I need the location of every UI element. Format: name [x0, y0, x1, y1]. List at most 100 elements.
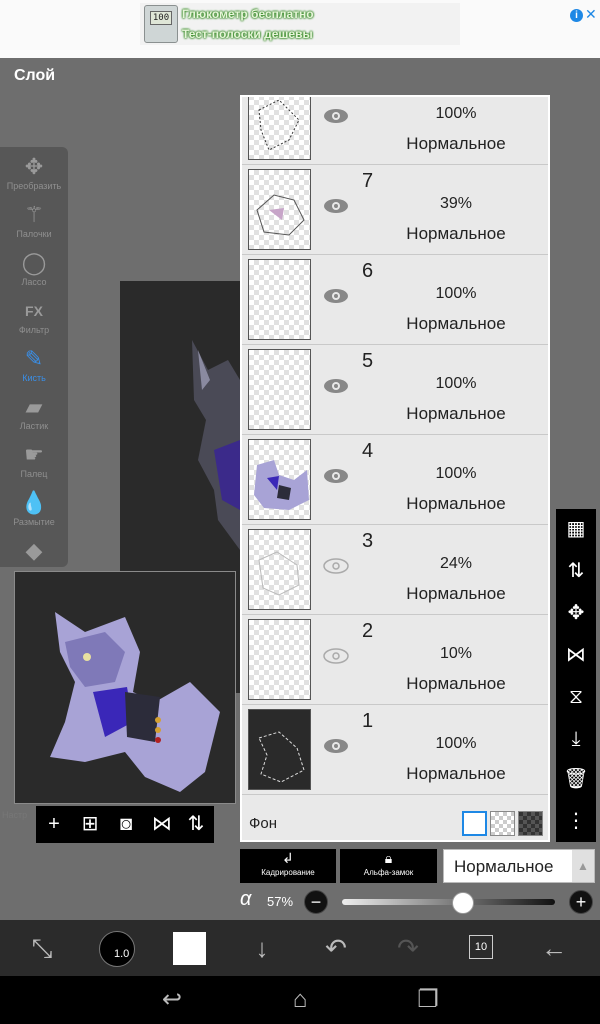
- eye-icon[interactable]: [322, 557, 350, 575]
- more-icon[interactable]: ⋮: [560, 805, 592, 837]
- eye-icon[interactable]: [322, 377, 350, 395]
- layer-row[interactable]: 7 39% Нормальное: [242, 165, 548, 255]
- tool-brush[interactable]: ✎ Кисть: [0, 341, 68, 389]
- tool-filter[interactable]: FX Фильтр: [0, 293, 68, 341]
- layer-number: 6: [362, 260, 374, 282]
- camera-icon[interactable]: ◙: [112, 810, 140, 838]
- eye-icon[interactable]: [322, 647, 350, 665]
- add-layer-icon[interactable]: +: [40, 810, 68, 838]
- trash-icon[interactable]: 🗑: [560, 763, 592, 795]
- layer-opacity: 100%: [435, 465, 477, 482]
- layer-thumbnail[interactable]: [248, 619, 311, 700]
- move-icon[interactable]: ✥: [560, 597, 592, 629]
- layer-number: 3: [362, 530, 374, 552]
- eye-icon[interactable]: [322, 197, 350, 215]
- layer-row[interactable]: 5 100% Нормальное: [242, 345, 548, 435]
- flip-horizontal-icon[interactable]: ⋈: [148, 810, 176, 838]
- back-arrow-icon[interactable]: ←: [534, 930, 574, 966]
- tool-transform[interactable]: ✥ Преобразить: [0, 149, 68, 197]
- layer-blend-mode: Нормальное: [406, 674, 506, 693]
- layer-thumbnail[interactable]: [248, 169, 311, 250]
- layer-number: 7: [362, 170, 374, 192]
- undo-icon[interactable]: ↶: [316, 930, 356, 966]
- nav-back-icon[interactable]: ↩: [152, 984, 192, 1016]
- chevron-up-icon: ▲: [572, 850, 594, 882]
- ad-info-icon[interactable]: i: [570, 9, 583, 22]
- blur-icon: 💧: [20, 490, 48, 515]
- layer-opacity: 100%: [435, 735, 477, 752]
- tool-smudge[interactable]: ☛ Палец: [0, 437, 68, 485]
- blend-mode-select[interactable]: Нормальное ▲: [443, 849, 595, 883]
- color-swatch-button[interactable]: [173, 932, 206, 965]
- layer-blend-mode: Нормальное: [406, 584, 506, 603]
- transform-tool-icon[interactable]: ⤡: [22, 930, 62, 966]
- layer-thumbnail[interactable]: [248, 709, 311, 790]
- layer-row[interactable]: 6 100% Нормальное: [242, 255, 548, 345]
- layer-row[interactable]: 4 100% Нормальное: [242, 435, 548, 525]
- tool-lasso[interactable]: ◯ Лассо: [0, 245, 68, 293]
- layer-thumbnail[interactable]: [248, 439, 311, 520]
- glucometer-image: 100: [144, 5, 178, 43]
- brush-icon: ✎: [24, 346, 44, 371]
- arrow-down-icon[interactable]: ↓: [242, 930, 282, 966]
- layers-panel: 8 100% Нормальное 7 39% Нормальное 6 100…: [240, 95, 550, 842]
- layer-thumbnail[interactable]: [248, 97, 311, 160]
- tool-magic-wand[interactable]: ⚚ Палочки: [0, 197, 68, 245]
- eye-icon[interactable]: [322, 737, 350, 755]
- checker-icon[interactable]: ▦: [560, 513, 592, 545]
- background-label: Фон: [249, 815, 278, 832]
- nav-home-icon[interactable]: ⌂: [280, 984, 320, 1016]
- background-dark-swatch[interactable]: [518, 811, 543, 836]
- ad-banner[interactable]: 100 Глюкометр бесплатно Тест-полоски деш…: [0, 0, 600, 58]
- opacity-slider-handle[interactable]: [452, 892, 475, 914]
- tool-eraser[interactable]: ▰ Ластик: [0, 389, 68, 437]
- eye-icon[interactable]: [322, 107, 350, 125]
- layer-opacity: 100%: [435, 375, 477, 392]
- layer-blend-mode: Нормальное: [406, 134, 506, 153]
- ad-close-icon[interactable]: ✕: [585, 6, 597, 23]
- clipping-icon: ↲: [282, 850, 294, 866]
- redo-icon[interactable]: ↷: [388, 930, 428, 966]
- background-white-swatch[interactable]: [462, 811, 487, 836]
- brush-size-value: 1.0: [114, 948, 130, 960]
- layer-row[interactable]: 8 100% Нормальное: [242, 97, 548, 165]
- clipping-button[interactable]: ↲ Кадрирование: [240, 849, 336, 883]
- layer-thumbnail[interactable]: [248, 259, 311, 340]
- flip-vertical-icon[interactable]: ⇅: [182, 810, 210, 838]
- opacity-row: α 57% − +: [240, 888, 598, 916]
- nav-recents-icon[interactable]: ❐: [408, 984, 448, 1016]
- merge-down-icon[interactable]: ⤓: [560, 723, 592, 755]
- opacity-decrease-button[interactable]: −: [304, 890, 328, 914]
- layer-row[interactable]: 2 10% Нормальное: [242, 615, 548, 705]
- alpha-lock-button[interactable]: 🔒︎ Альфа-замок: [340, 849, 437, 883]
- layer-number: 2: [362, 620, 374, 642]
- layer-blend-mode: Нормальное: [406, 764, 506, 783]
- layer-opacity: 10%: [439, 645, 473, 662]
- layers-button[interactable]: 10: [469, 935, 493, 959]
- ad-content[interactable]: 100 Глюкометр бесплатно Тест-полоски деш…: [140, 3, 597, 45]
- eye-icon[interactable]: [322, 287, 350, 305]
- layer-number: 8: [362, 97, 373, 103]
- layer-row[interactable]: 3 24% Нормальное: [242, 525, 548, 615]
- opacity-slider[interactable]: [342, 892, 555, 914]
- eye-icon[interactable]: [322, 467, 350, 485]
- eraser-icon: ▰: [25, 394, 43, 419]
- magic-wand-icon: ⚚: [24, 202, 44, 227]
- flip-horizontal-icon[interactable]: ⋈: [560, 639, 592, 671]
- layer-blend-mode: Нормальное: [406, 314, 506, 333]
- swap-icon[interactable]: ⇅: [560, 555, 592, 587]
- duplicate-layer-icon[interactable]: ⊞: [76, 810, 104, 838]
- flip-vertical-icon[interactable]: ⧖: [560, 681, 592, 713]
- lock-icon: 🔒︎: [384, 850, 393, 866]
- layer-row[interactable]: 1 100% Нормальное: [242, 705, 548, 795]
- screen: 100 Глюкометр бесплатно Тест-полоски деш…: [0, 0, 600, 1024]
- alpha-label: α: [240, 888, 252, 910]
- layer-thumbnail[interactable]: [248, 529, 311, 610]
- opacity-increase-button[interactable]: +: [569, 890, 593, 914]
- smudge-icon: ☛: [24, 442, 44, 467]
- canvas-preview[interactable]: [14, 571, 236, 804]
- layer-number: 5: [362, 350, 374, 372]
- tool-blur[interactable]: 💧 Размытие: [0, 485, 68, 533]
- layer-thumbnail[interactable]: [248, 349, 311, 430]
- background-checker-swatch[interactable]: [490, 811, 515, 836]
